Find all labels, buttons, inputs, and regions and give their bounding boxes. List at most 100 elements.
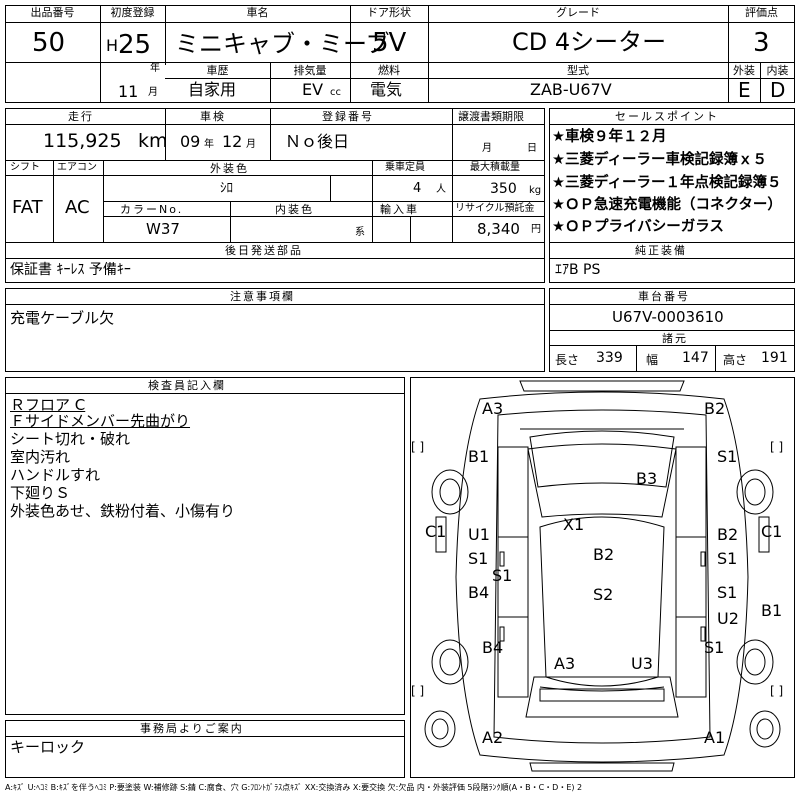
displacement: EV (302, 80, 324, 99)
era: H (106, 36, 119, 55)
load-unit: kg (529, 185, 542, 196)
mark-s1-left-1: S1 (468, 549, 489, 568)
mark-a2: A2 (482, 728, 504, 747)
length: 339 (596, 350, 623, 366)
model-label: 型式 (567, 64, 589, 77)
mark-b4-left-1: B4 (468, 583, 490, 602)
cc-unit: cc (330, 87, 341, 98)
int-label: 内装 (766, 64, 789, 77)
displacement-label: 排気量 (293, 64, 327, 77)
fuel-label: 燃料 (378, 64, 400, 77)
shift: FAT (12, 197, 43, 218)
insp-month-unit: 月 (246, 139, 256, 150)
width-label: 幅 (646, 353, 659, 367)
bracket-r1: [ ] (770, 440, 784, 454)
car-name-label: 車名 (246, 6, 269, 19)
inspector-line-5: ハンドルすれ (10, 466, 101, 484)
notes: 充電ケーブル欠 (10, 309, 115, 327)
door-type: 5V (372, 28, 407, 58)
mark-s1-right-2: S1 (717, 549, 738, 568)
width: 147 (682, 350, 709, 366)
load-label: 最大積載量 (470, 162, 520, 173)
mark-a1: A1 (704, 728, 726, 747)
recycle: 8,340 (477, 220, 520, 238)
model: ZAB-U67V (530, 80, 612, 99)
reg-no: Ｎｏ後日 (285, 132, 350, 151)
mark-u2: U2 (717, 609, 739, 628)
equipment-label: 純正装備 (635, 244, 687, 257)
color-no-label: カラーNo. (120, 203, 184, 216)
car-name: ミニキャブ・ミーブ (175, 30, 390, 58)
inspector-line-7: 外装色あせ、鉄粉付着、小傷有り (10, 502, 236, 520)
mark-s1-center: S1 (492, 566, 513, 585)
mark-u1: U1 (468, 525, 490, 544)
mileage: 115,925 (43, 130, 122, 152)
score: 3 (753, 28, 770, 58)
mark-s1-right-3: S1 (717, 583, 738, 602)
mileage-label: 走行 (68, 110, 94, 123)
inspector-line-2: Ｆサイドメンバー先曲がり (10, 412, 191, 430)
bracket-l1: [ ] (411, 440, 425, 454)
sales-point-5: ★ＯＰプライバシーガラス (552, 219, 724, 235)
history: 自家用 (188, 80, 237, 99)
capacity: 4 (413, 181, 422, 196)
interior-color-label: 内装色 (275, 203, 314, 216)
month-unit: 月 (148, 87, 158, 98)
lot-number: 50 (32, 28, 66, 58)
inspector-line-6: 下廻りＳ (10, 484, 71, 502)
grade-label: グレード (556, 6, 600, 19)
color-no: W37 (146, 220, 180, 238)
car-diagram (424, 380, 781, 772)
length-label: 長さ (555, 353, 580, 367)
mark-a3-bottom: A3 (554, 654, 576, 673)
mark-x1: X1 (563, 515, 585, 534)
mark-b2-right: B2 (717, 525, 739, 544)
insp-year-unit: 年 (204, 139, 214, 150)
mark-b1-right: B1 (761, 601, 783, 620)
height: 191 (761, 350, 788, 366)
interior-unit: 系 (355, 227, 365, 238)
equipment: ｴｱB PS (555, 262, 601, 278)
km-unit: km (138, 130, 168, 152)
inspection-label: 車検 (200, 110, 226, 123)
mark-b2-center: B2 (593, 545, 615, 564)
grade: CD 4シーター (512, 28, 667, 56)
transfer-label: 譲渡書類期限 (458, 110, 524, 123)
sales-point-3: ★三菱ディーラー１年点検記録簿５ (552, 175, 782, 191)
height-label: 高さ (723, 353, 748, 367)
first-reg-label: 初度登録 (110, 6, 155, 19)
import-label: 輸入車 (380, 203, 419, 216)
notes-label: 注意事項欄 (230, 290, 295, 303)
accessories: 保証書 ｷｰﾚｽ 予備ｷｰ (10, 262, 131, 278)
mark-u3: U3 (631, 654, 653, 673)
door-label: ドア形状 (367, 6, 411, 19)
ac: AC (65, 197, 90, 218)
recycle-unit: 円 (531, 224, 541, 235)
transfer-day-unit: 日 (527, 143, 537, 154)
mark-s1-right-top: S1 (717, 447, 738, 466)
reg-no-label: 登録番号 (322, 110, 374, 123)
chassis-number: U67V-0003610 (612, 308, 724, 326)
chassis-label: 車台番号 (638, 290, 690, 303)
shift-label: シフト (10, 162, 40, 173)
bracket-l2: [ ] (411, 684, 425, 698)
inspector-line-4: 室内汚れ (10, 448, 71, 466)
legend: A:ｷｽﾞ U:ﾍｺﾐ B:ｷｽﾞを伴うﾍｺﾐ P:要塗装 W:補修跡 S:錆 … (5, 783, 583, 792)
sales-point-4: ★ＯＰ急速充電機能（コネクター） (552, 197, 782, 213)
color: ｼﾛ (220, 181, 233, 196)
lot-label: 出品番号 (30, 6, 75, 19)
color-label: 外装色 (210, 162, 249, 175)
mark-c1-right: C1 (761, 522, 783, 541)
office-note: キーロック (10, 738, 86, 756)
inspector-label: 検査員記入欄 (148, 379, 226, 392)
mark-b2-top: B2 (704, 399, 726, 418)
insp-month: 12 (222, 132, 243, 151)
accessories-label: 後日発送部品 (225, 244, 303, 257)
insp-year: 09 (180, 132, 201, 151)
transfer-month-unit: 月 (482, 143, 492, 154)
sales-label: セールスポイント (615, 110, 719, 123)
ac-label: エアコン (57, 162, 97, 173)
int-grade: D (770, 78, 786, 102)
inspector-line-3: シート切れ・破れ (10, 430, 131, 448)
mark-c1-left: C1 (425, 522, 447, 541)
